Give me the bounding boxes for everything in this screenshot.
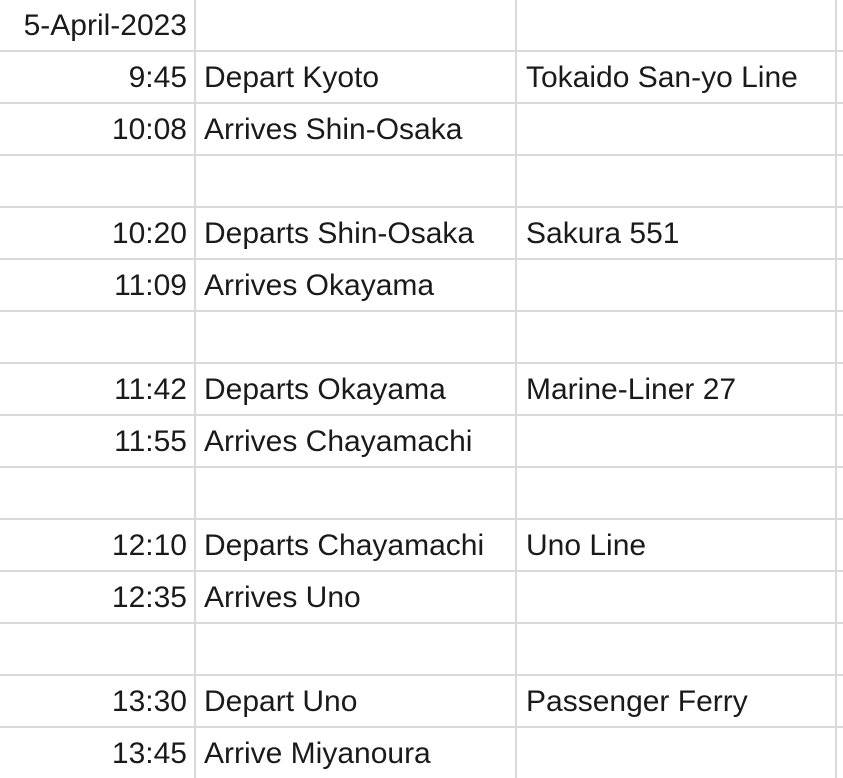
cell-next-column[interactable] — [837, 520, 843, 572]
cell-time[interactable]: 10:08 — [0, 104, 196, 156]
cell-service[interactable] — [517, 312, 837, 364]
cell-time[interactable]: 5-April-2023 — [0, 0, 196, 52]
cell-next-column[interactable] — [837, 156, 843, 208]
cell-next-column[interactable] — [837, 416, 843, 468]
cell-next-column[interactable] — [837, 52, 843, 104]
table-row: 5-April-2023 — [0, 0, 843, 52]
table-row: 10:08 Arrives Shin-Osaka — [0, 104, 843, 156]
table-row: 12:35 Arrives Uno — [0, 572, 843, 624]
table-row — [0, 156, 843, 208]
table-row: 13:45 Arrive Miyanoura — [0, 728, 843, 778]
table-row: 12:10 Departs Chayamachi Uno Line — [0, 520, 843, 572]
table-row: 9:45 Depart Kyoto Tokaido San-yo Line — [0, 52, 843, 104]
table-row — [0, 312, 843, 364]
cell-time[interactable]: 13:45 — [0, 728, 196, 778]
cell-time[interactable] — [0, 156, 196, 208]
cell-event[interactable] — [196, 312, 517, 364]
cell-time[interactable]: 11:55 — [0, 416, 196, 468]
cell-event[interactable]: Arrives Chayamachi — [196, 416, 517, 468]
cell-next-column[interactable] — [837, 572, 843, 624]
cell-event[interactable] — [196, 0, 517, 52]
table-row: 11:55 Arrives Chayamachi — [0, 416, 843, 468]
cell-service[interactable] — [517, 260, 837, 312]
table-row: 13:30 Depart Uno Passenger Ferry — [0, 676, 843, 728]
cell-service[interactable] — [517, 416, 837, 468]
cell-time[interactable] — [0, 624, 196, 676]
cell-time[interactable]: 11:09 — [0, 260, 196, 312]
cell-event[interactable]: Arrives Uno — [196, 572, 517, 624]
cell-service[interactable] — [517, 104, 837, 156]
cell-service[interactable] — [517, 624, 837, 676]
cell-service[interactable] — [517, 0, 837, 52]
table-row: 10:20 Departs Shin-Osaka Sakura 551 — [0, 208, 843, 260]
cell-next-column[interactable] — [837, 624, 843, 676]
cell-next-column[interactable] — [837, 260, 843, 312]
cell-event[interactable] — [196, 468, 517, 520]
cell-service[interactable]: Sakura 551 — [517, 208, 837, 260]
cell-event[interactable]: Arrives Shin-Osaka — [196, 104, 517, 156]
cell-service[interactable]: Uno Line — [517, 520, 837, 572]
cell-next-column[interactable] — [837, 468, 843, 520]
cell-event[interactable]: Departs Chayamachi — [196, 520, 517, 572]
cell-event[interactable]: Arrive Miyanoura — [196, 728, 517, 778]
table-row — [0, 624, 843, 676]
cell-event[interactable]: Departs Okayama — [196, 364, 517, 416]
cell-time[interactable]: 13:30 — [0, 676, 196, 728]
cell-service[interactable] — [517, 572, 837, 624]
cell-next-column[interactable] — [837, 728, 843, 778]
cell-event[interactable]: Departs Shin-Osaka — [196, 208, 517, 260]
cell-time[interactable]: 10:20 — [0, 208, 196, 260]
cell-service[interactable]: Passenger Ferry — [517, 676, 837, 728]
cell-event[interactable]: Depart Uno — [196, 676, 517, 728]
cell-time[interactable]: 12:35 — [0, 572, 196, 624]
cell-service[interactable]: Tokaido San-yo Line — [517, 52, 837, 104]
cell-time[interactable] — [0, 468, 196, 520]
cell-event[interactable] — [196, 156, 517, 208]
cell-next-column[interactable] — [837, 208, 843, 260]
cell-next-column[interactable] — [837, 364, 843, 416]
table-row: 11:42 Departs Okayama Marine-Liner 27 — [0, 364, 843, 416]
cell-next-column[interactable] — [837, 104, 843, 156]
table-row: 11:09 Arrives Okayama — [0, 260, 843, 312]
cell-event[interactable] — [196, 624, 517, 676]
cell-time[interactable]: 12:10 — [0, 520, 196, 572]
cell-next-column[interactable] — [837, 0, 843, 52]
cell-time[interactable]: 11:42 — [0, 364, 196, 416]
cell-next-column[interactable] — [837, 676, 843, 728]
cell-service[interactable] — [517, 156, 837, 208]
table-row — [0, 468, 843, 520]
cell-event[interactable]: Arrives Okayama — [196, 260, 517, 312]
cell-time[interactable]: 9:45 — [0, 52, 196, 104]
cell-service[interactable]: Marine-Liner 27 — [517, 364, 837, 416]
cell-service[interactable] — [517, 728, 837, 778]
cell-service[interactable] — [517, 468, 837, 520]
cell-next-column[interactable] — [837, 312, 843, 364]
cell-event[interactable]: Depart Kyoto — [196, 52, 517, 104]
spreadsheet-grid: 5-April-2023 9:45 Depart Kyoto Tokaido S… — [0, 0, 843, 778]
cell-time[interactable] — [0, 312, 196, 364]
